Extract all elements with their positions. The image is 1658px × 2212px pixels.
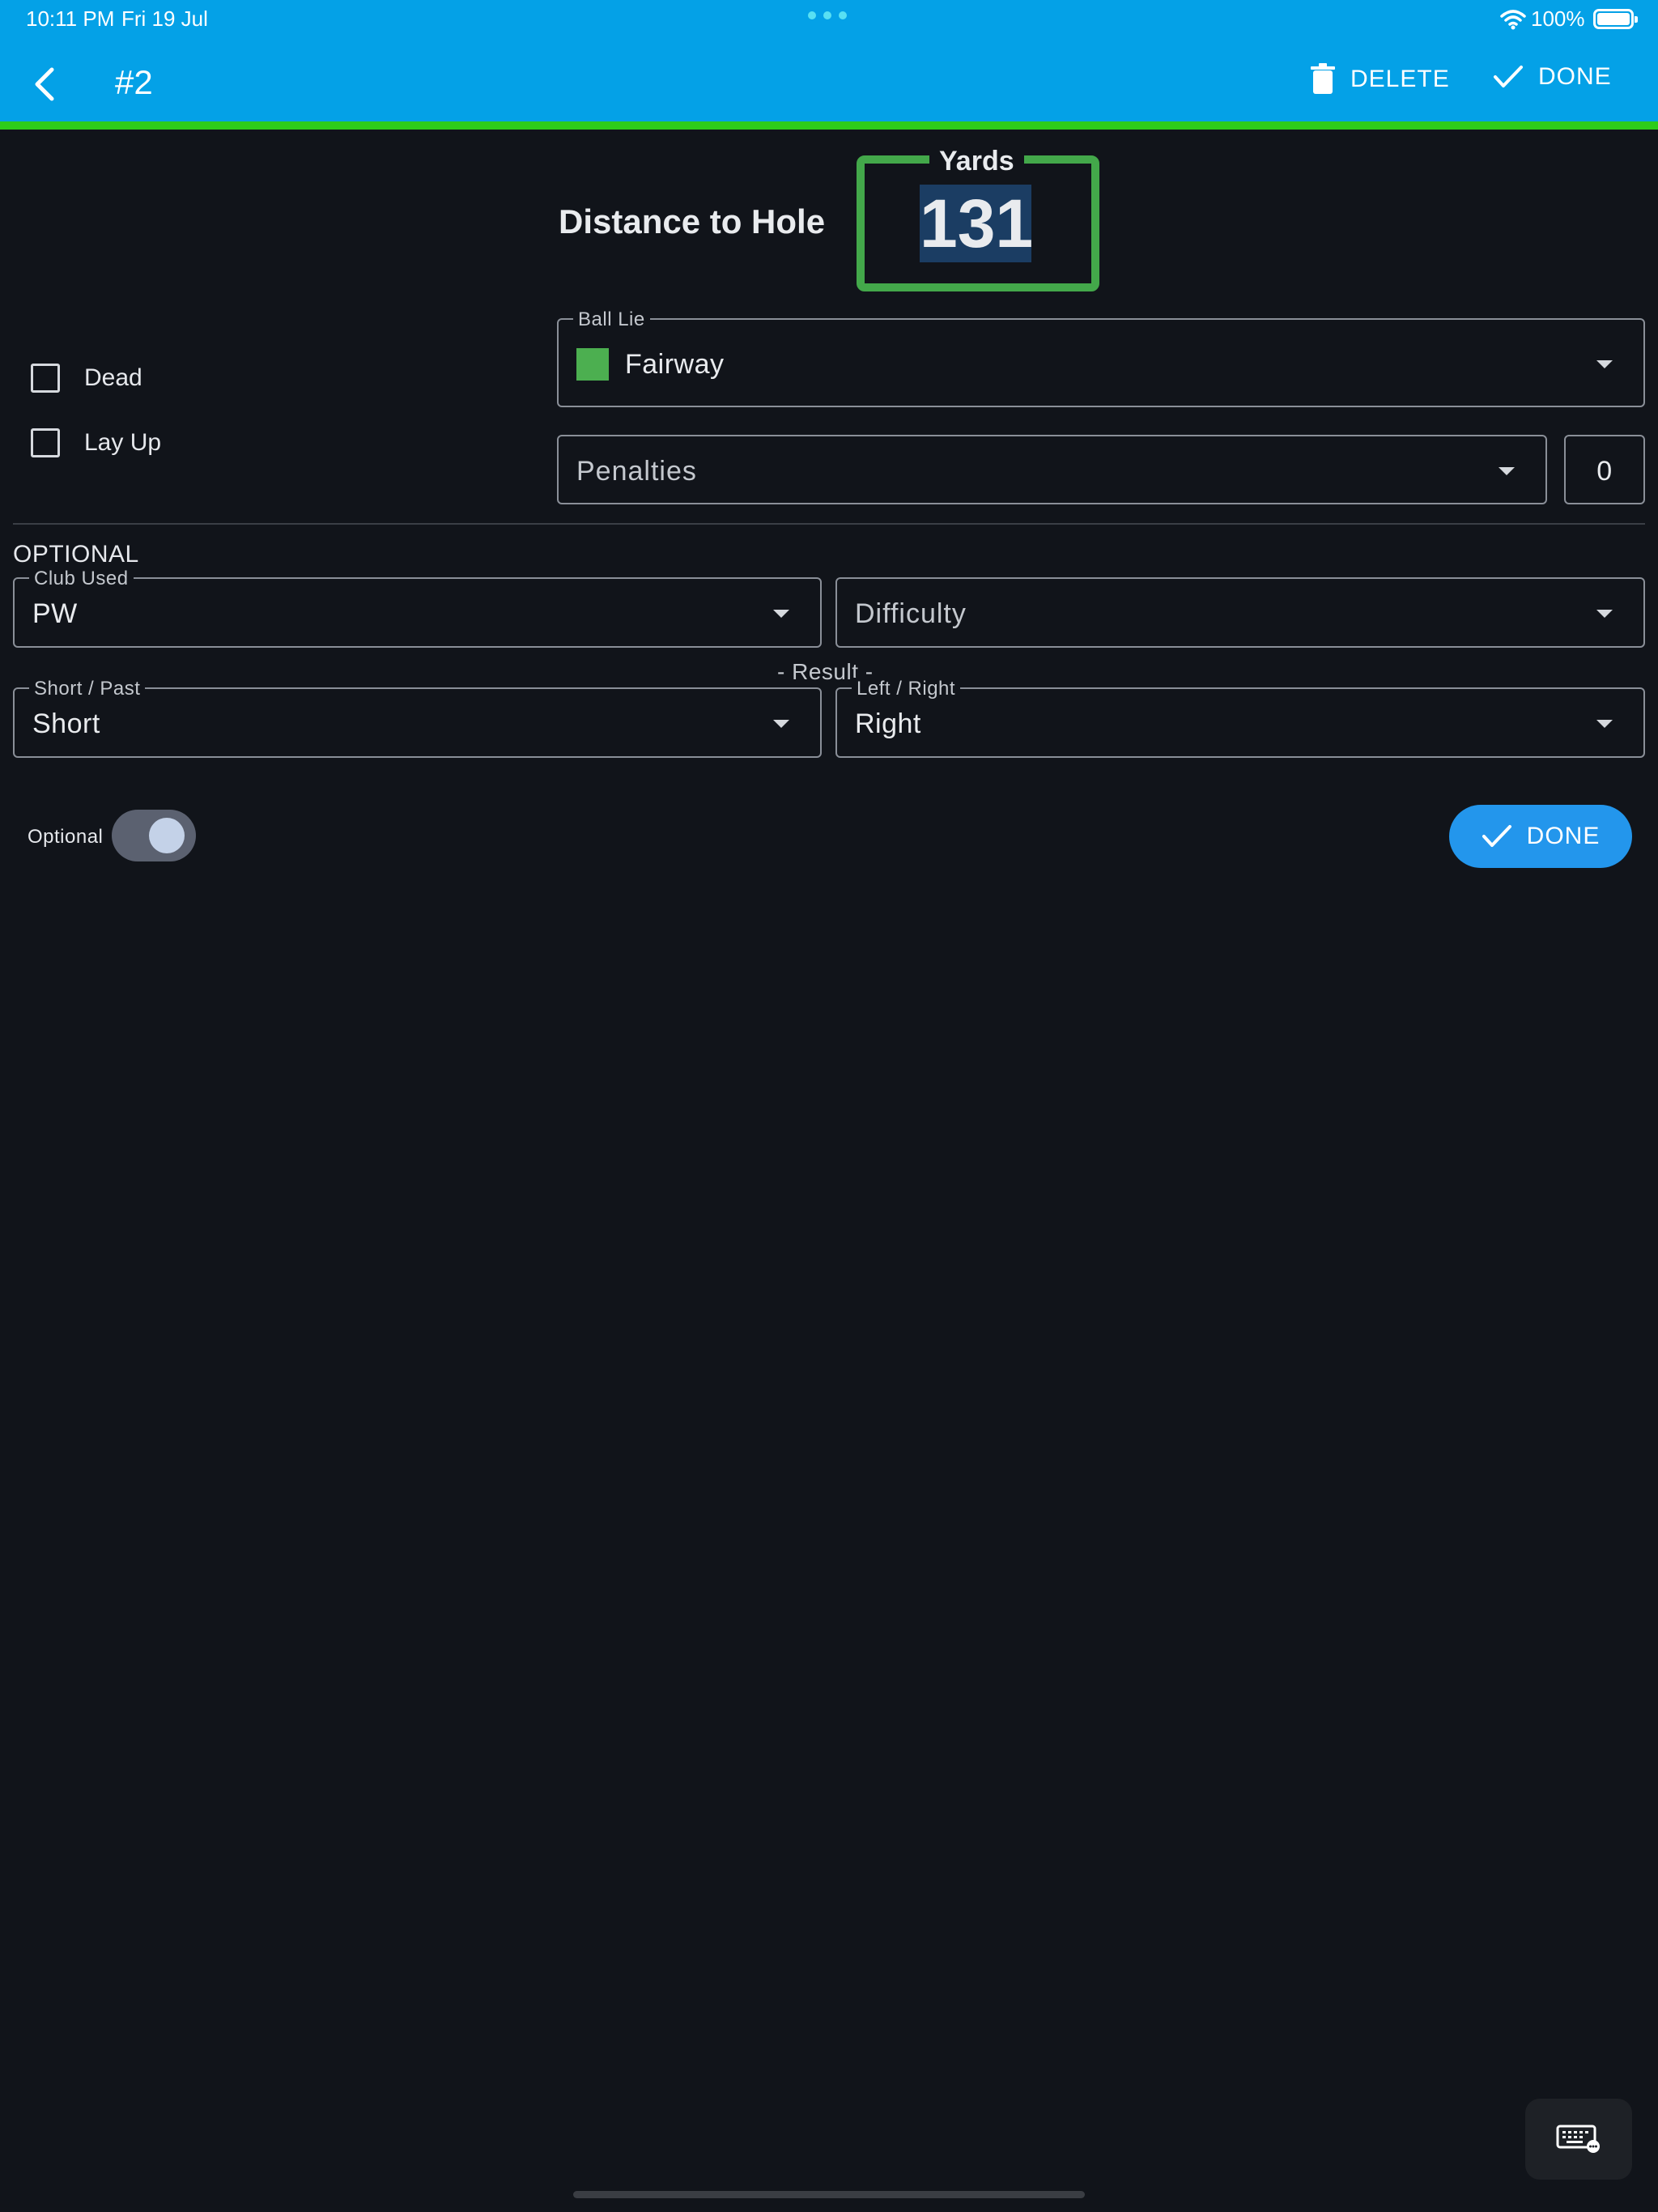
status-date: Fri 19 Jul bbox=[121, 6, 208, 31]
distance-label: Distance to Hole bbox=[559, 202, 826, 240]
optional-toggle[interactable] bbox=[112, 810, 196, 861]
optional-section-title: OPTIONAL bbox=[13, 541, 139, 568]
done-label-top: DONE bbox=[1538, 63, 1612, 90]
keyboard-button[interactable] bbox=[1525, 2099, 1632, 2180]
battery-percent: 100% bbox=[1531, 6, 1585, 31]
status-time: 10:11 PM bbox=[26, 6, 115, 31]
keyboard-icon bbox=[1556, 2125, 1600, 2153]
done-button-top[interactable]: DONE bbox=[1493, 63, 1612, 91]
check-icon bbox=[1482, 825, 1511, 847]
lay-up-label: Lay Up bbox=[84, 429, 162, 456]
dropdown-caret-icon bbox=[1499, 467, 1515, 475]
fairway-swatch bbox=[576, 348, 609, 381]
divider bbox=[13, 523, 1645, 525]
club-used-select[interactable]: Club Used PW bbox=[13, 568, 822, 648]
short-past-value: Short bbox=[32, 708, 100, 739]
penalties-count: 0 bbox=[1596, 456, 1613, 487]
delete-label: DELETE bbox=[1350, 66, 1450, 92]
wifi-icon bbox=[1500, 10, 1526, 30]
multitask-dots-icon[interactable] bbox=[808, 11, 847, 19]
done-label: DONE bbox=[1526, 823, 1601, 849]
accent-line bbox=[0, 121, 1658, 130]
difficulty-placeholder: Difficulty bbox=[855, 598, 967, 629]
optional-toggle-label: Optional bbox=[28, 826, 104, 848]
short-past-select[interactable]: Short / Past Short bbox=[13, 678, 822, 758]
check-icon bbox=[1494, 66, 1523, 87]
penalties-count-field[interactable]: 0 bbox=[1564, 435, 1645, 504]
penalties-placeholder: Penalties bbox=[576, 456, 697, 487]
page-title: #2 bbox=[115, 63, 153, 101]
yards-input[interactable]: 131 bbox=[920, 185, 1033, 262]
checkbox-box[interactable] bbox=[31, 364, 60, 393]
lay-up-checkbox[interactable]: Lay Up bbox=[31, 428, 161, 457]
dropdown-caret-icon bbox=[1596, 720, 1613, 728]
ball-lie-select[interactable]: Ball Lie Fairway bbox=[557, 308, 1645, 407]
checkbox-box[interactable] bbox=[31, 428, 60, 457]
club-used-label: Club Used bbox=[29, 568, 134, 590]
left-right-select[interactable]: Left / Right Right bbox=[835, 678, 1645, 758]
difficulty-select[interactable]: Difficulty bbox=[835, 577, 1645, 648]
dropdown-caret-icon bbox=[1596, 610, 1613, 618]
ball-lie-value: Fairway bbox=[625, 349, 725, 380]
penalties-select[interactable]: Penalties bbox=[557, 435, 1547, 504]
delete-button[interactable]: DELETE bbox=[1310, 63, 1450, 96]
home-indicator[interactable] bbox=[573, 2191, 1085, 2198]
dead-label: Dead bbox=[84, 364, 142, 391]
back-chevron-icon[interactable] bbox=[32, 66, 57, 102]
battery-icon bbox=[1593, 9, 1638, 29]
dropdown-caret-icon bbox=[773, 610, 789, 618]
short-past-label: Short / Past bbox=[29, 678, 146, 700]
ball-lie-label: Ball Lie bbox=[573, 308, 650, 331]
done-button[interactable]: DONE bbox=[1449, 805, 1632, 868]
dropdown-caret-icon bbox=[773, 720, 789, 728]
left-right-label: Left / Right bbox=[852, 678, 961, 700]
trash-icon bbox=[1311, 63, 1335, 94]
left-right-value: Right bbox=[855, 708, 921, 739]
dropdown-caret-icon bbox=[1596, 360, 1613, 368]
toggle-knob bbox=[149, 818, 185, 853]
dead-checkbox[interactable]: Dead bbox=[31, 364, 142, 393]
yards-caption: Yards bbox=[929, 146, 1024, 177]
club-used-value: PW bbox=[32, 598, 78, 629]
